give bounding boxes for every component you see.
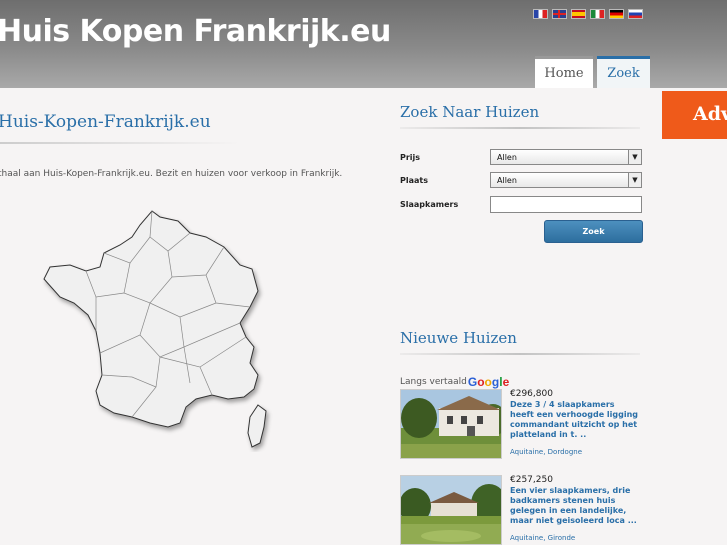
listing-description[interactable]: Een vier slaapkamers, drie badkamers ste…: [510, 486, 640, 526]
chevron-down-icon: ▼: [628, 150, 641, 164]
page-title: Huis-Kopen-Frankrijk.eu: [0, 112, 211, 132]
plaats-select[interactable]: Allen ▼: [490, 172, 642, 188]
intro-text: thaal aan Huis-Kopen-Frankrijk.eu. Bezit…: [0, 169, 343, 179]
tab-home[interactable]: Home: [535, 56, 593, 88]
listing-location[interactable]: Aquitaine, Dordogne: [510, 448, 582, 456]
it-flag-icon[interactable]: [590, 9, 605, 19]
corsica-outline: [247, 404, 267, 448]
house-photo[interactable]: [400, 475, 502, 545]
fr-flag-icon[interactable]: [533, 9, 548, 19]
listing-description[interactable]: Deze 3 / 4 slaapkamers heeft een verhoog…: [510, 400, 640, 440]
translated-label: Langs vertaald: [400, 377, 467, 387]
listing-location[interactable]: Aquitaine, Gironde: [510, 534, 575, 542]
prijs-select-value: Allen: [497, 153, 517, 162]
google-logo-icon: Google: [467, 375, 510, 389]
translated-by: Langs vertaald Google: [400, 375, 509, 389]
advertise-tab[interactable]: Adv: [662, 91, 727, 139]
divider: [400, 353, 640, 355]
chevron-down-icon: ▼: [628, 173, 641, 187]
divider: [400, 127, 640, 129]
en-flag-icon[interactable]: [552, 9, 567, 19]
slaapkamers-label: Slaapkamers: [400, 200, 459, 209]
zoek-button[interactable]: Zoek: [544, 220, 643, 243]
listing-price: €296,800: [510, 389, 553, 399]
listing-price: €257,250: [510, 475, 553, 485]
prijs-select[interactable]: Allen ▼: [490, 149, 642, 165]
site-title[interactable]: Huis Kopen Frankrijk.eu: [0, 14, 391, 49]
es-flag-icon[interactable]: [571, 9, 586, 19]
search-section-title: Zoek Naar Huizen: [400, 103, 540, 121]
france-map[interactable]: [40, 207, 280, 452]
divider: [0, 142, 240, 144]
ru-flag-icon[interactable]: [628, 9, 643, 19]
new-houses-title: Nieuwe Huizen: [400, 329, 517, 347]
house-photo[interactable]: [400, 389, 502, 459]
listing-item[interactable]: €257,250 Een vier slaapkamers, drie badk…: [400, 475, 640, 545]
prijs-label: Prijs: [400, 153, 421, 162]
slaapkamers-input[interactable]: [490, 196, 642, 213]
de-flag-icon[interactable]: [609, 9, 624, 19]
language-selector: [533, 9, 643, 19]
listing-item[interactable]: €296,800 Deze 3 / 4 slaapkamers heeft ee…: [400, 389, 640, 459]
plaats-label: Plaats: [400, 176, 428, 185]
plaats-select-value: Allen: [497, 176, 517, 185]
france-outline: [43, 210, 259, 428]
tab-zoek[interactable]: Zoek: [597, 56, 650, 88]
